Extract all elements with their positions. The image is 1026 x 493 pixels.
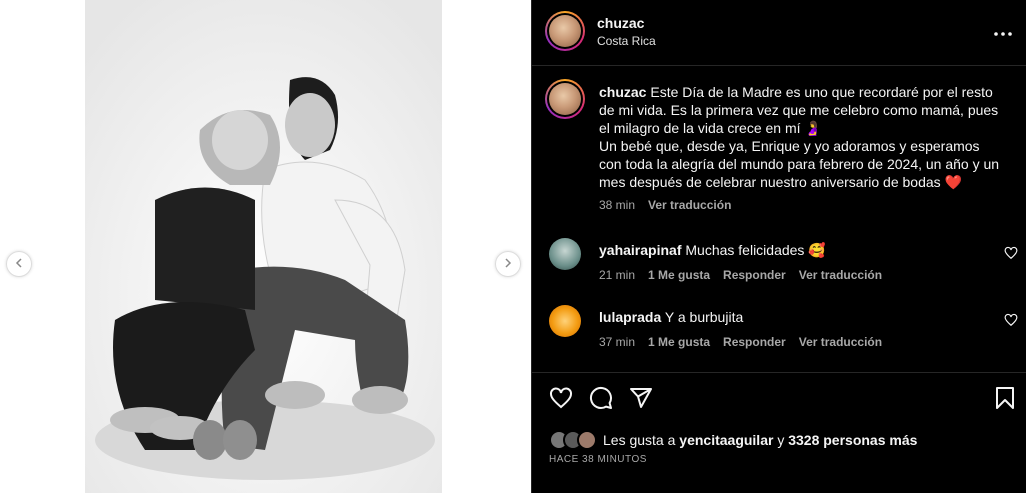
post-actions: Les gusta a yencitaaguilar y 3328 person… [532, 372, 1026, 493]
share-button[interactable] [628, 387, 654, 413]
commenter-avatar[interactable] [549, 238, 581, 270]
chevron-right-icon [503, 255, 513, 273]
post-details-panel: chuzac Costa Rica chuzac Este Día de la … [531, 0, 1026, 493]
heart-icon [549, 386, 573, 415]
commenter-username[interactable]: lulaprada [599, 309, 661, 325]
caption-translate-link[interactable]: Ver traducción [648, 198, 731, 212]
comment-translate-link[interactable]: Ver traducción [799, 268, 882, 282]
comment-like-heart-icon[interactable] [1004, 313, 1018, 327]
more-options-button[interactable] [993, 22, 1013, 42]
chevron-left-icon [14, 255, 24, 273]
post-header: chuzac Costa Rica [532, 0, 1026, 66]
comment-likes[interactable]: 1 Me gusta [648, 335, 710, 349]
comment-text-block: yahairapinaf Muchas felicidades 🥰 [599, 242, 826, 259]
author-avatar[interactable] [545, 11, 585, 51]
previous-photo-button[interactable] [6, 251, 32, 277]
next-photo-button[interactable] [495, 251, 521, 277]
post-location[interactable]: Costa Rica [597, 34, 656, 48]
caption-username[interactable]: chuzac [599, 84, 646, 100]
more-horizontal-icon [994, 23, 1012, 41]
comment-text: Muchas felicidades 🥰 [685, 242, 826, 258]
likes-conj: y [777, 432, 785, 448]
comment-icon [589, 386, 613, 415]
comment-text: Y a burbujita [664, 309, 744, 325]
caption-meta: 38 min Ver traducción [599, 198, 731, 212]
comment-meta: 21 min 1 Me gusta Responder Ver traducci… [599, 268, 882, 282]
comment-reply-button[interactable]: Responder [723, 268, 786, 282]
save-button[interactable] [992, 386, 1018, 415]
comment-translate-link[interactable]: Ver traducción [799, 335, 882, 349]
caption-time: 38 min [599, 198, 636, 212]
send-icon [629, 386, 653, 415]
comment-likes[interactable]: 1 Me gusta [648, 268, 710, 282]
comment-time: 21 min [599, 268, 636, 282]
comment-reply-button[interactable]: Responder [723, 335, 786, 349]
post-timestamp: HACE 38 MINUTOS [549, 454, 647, 465]
author-username[interactable]: chuzac [597, 15, 644, 31]
comment-time: 37 min [599, 335, 636, 349]
comment-item: yahairapinaf Muchas felicidades 🥰 21 min… [532, 238, 1026, 298]
bookmark-icon [994, 386, 1016, 415]
like-button[interactable] [548, 386, 574, 415]
post-media [0, 0, 531, 493]
liker-avatars[interactable] [549, 430, 597, 450]
likes-summary: Les gusta a yencitaaguilar y 3328 person… [549, 430, 917, 450]
likes-prefix: Les gusta a [603, 432, 676, 448]
liker-username[interactable]: yencitaaguilar [679, 432, 773, 448]
caption-text-block: chuzac Este Día de la Madre es uno que r… [599, 83, 1004, 191]
comment-meta: 37 min 1 Me gusta Responder Ver traducci… [599, 335, 882, 349]
comment-item: lulaprada Y a burbujita 37 min 1 Me gust… [532, 305, 1026, 365]
comment-like-heart-icon[interactable] [1004, 246, 1018, 260]
post-photo [85, 0, 442, 493]
comment-button[interactable] [588, 386, 614, 415]
commenter-avatar[interactable] [549, 305, 581, 337]
likes-others-link[interactable]: 3328 personas más [788, 432, 917, 448]
caption-avatar[interactable] [545, 79, 585, 119]
liker-avatar [577, 430, 597, 450]
caption-text: Este Día de la Madre es uno que recordar… [599, 84, 1000, 190]
commenter-username[interactable]: yahairapinaf [599, 242, 681, 258]
comment-text-block: lulaprada Y a burbujita [599, 309, 743, 325]
